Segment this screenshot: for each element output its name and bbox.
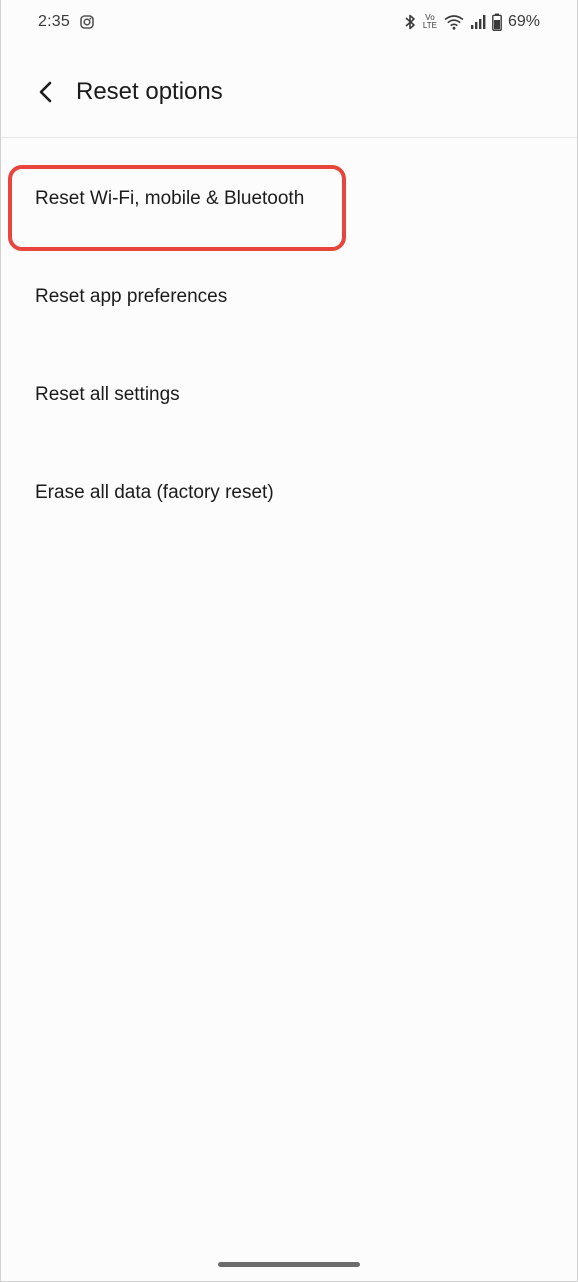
- bluetooth-icon: [404, 14, 416, 30]
- cell-signal-icon: [470, 14, 486, 30]
- instagram-icon: [80, 15, 94, 29]
- options-list: Reset Wi-Fi, mobile & Bluetooth Reset ap…: [0, 151, 578, 543]
- volte-icon: Vo LTE: [422, 14, 438, 30]
- wifi-icon: [444, 14, 464, 30]
- option-label: Reset app preferences: [35, 286, 228, 307]
- back-button[interactable]: [28, 74, 64, 110]
- option-label: Reset all settings: [35, 384, 180, 405]
- status-bar: 2:35 Vo LTE 69%: [0, 0, 578, 46]
- option-label: Reset Wi-Fi, mobile & Bluetooth: [35, 188, 305, 209]
- app-bar: Reset options: [0, 46, 578, 138]
- chevron-left-icon: [39, 81, 52, 103]
- status-time: 2:35: [38, 13, 70, 30]
- erase-all-data-option[interactable]: Erase all data (factory reset): [0, 445, 578, 543]
- page-title: Reset options: [76, 78, 223, 105]
- battery-percent: 69%: [507, 13, 540, 30]
- status-icons: Vo LTE 69%: [404, 12, 540, 32]
- gesture-navigation-bar[interactable]: [218, 1262, 360, 1267]
- option-label: Erase all data (factory reset): [35, 482, 274, 503]
- network-badge: Vo LTE: [422, 13, 437, 30]
- battery-icon: [492, 13, 502, 31]
- reset-wifi-mobile-bluetooth-option[interactable]: Reset Wi-Fi, mobile & Bluetooth: [0, 151, 578, 249]
- reset-all-settings-option[interactable]: Reset all settings: [0, 347, 578, 445]
- reset-app-preferences-option[interactable]: Reset app preferences: [0, 249, 578, 347]
